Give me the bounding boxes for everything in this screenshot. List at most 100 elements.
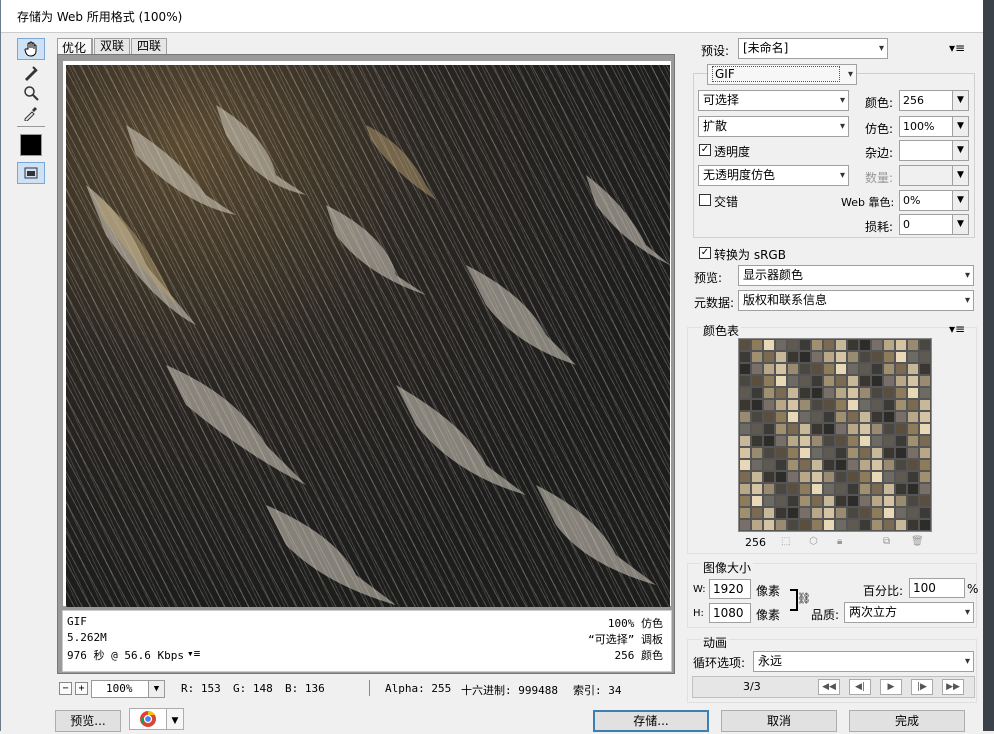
color-swatch[interactable] <box>739 519 751 531</box>
color-swatch[interactable] <box>775 495 787 507</box>
color-swatch[interactable] <box>775 351 787 363</box>
color-swatch[interactable] <box>859 471 871 483</box>
color-swatch[interactable] <box>919 519 931 531</box>
color-swatch[interactable] <box>751 363 763 375</box>
color-swatch[interactable] <box>799 411 811 423</box>
lossy-combo[interactable]: 0 ▼ <box>899 214 969 235</box>
color-swatch[interactable] <box>763 495 775 507</box>
color-swatch[interactable] <box>895 495 907 507</box>
color-swatch[interactable] <box>775 411 787 423</box>
color-swatch[interactable] <box>883 459 895 471</box>
color-swatch[interactable] <box>847 459 859 471</box>
color-swatch[interactable] <box>823 459 835 471</box>
color-swatch[interactable] <box>883 399 895 411</box>
color-swatch[interactable] <box>763 471 775 483</box>
preview-image[interactable] <box>66 65 670 607</box>
color-swatch[interactable] <box>823 387 835 399</box>
browser-preview-button[interactable] <box>129 708 167 730</box>
color-swatch[interactable] <box>739 339 751 351</box>
color-swatch[interactable] <box>895 471 907 483</box>
color-swatch[interactable] <box>787 447 799 459</box>
color-swatch[interactable] <box>835 339 847 351</box>
color-swatch[interactable] <box>823 495 835 507</box>
color-swatch[interactable] <box>739 387 751 399</box>
color-swatch[interactable] <box>751 471 763 483</box>
color-swatch[interactable] <box>847 495 859 507</box>
color-swatch[interactable] <box>799 507 811 519</box>
color-swatch[interactable] <box>775 519 787 531</box>
color-swatch[interactable] <box>799 387 811 399</box>
color-swatch[interactable] <box>775 435 787 447</box>
color-swatch[interactable] <box>751 447 763 459</box>
color-swatch[interactable] <box>859 435 871 447</box>
color-swatch[interactable] <box>799 351 811 363</box>
color-swatch[interactable] <box>811 507 823 519</box>
color-swatch[interactable] <box>847 423 859 435</box>
color-swatch[interactable] <box>823 339 835 351</box>
play-icon[interactable]: ▶ <box>880 679 902 695</box>
preview-button[interactable]: 预览... <box>55 710 121 732</box>
color-swatch[interactable] <box>811 495 823 507</box>
color-swatch[interactable] <box>835 519 847 531</box>
color-swatch[interactable] <box>787 387 799 399</box>
color-swatch[interactable] <box>775 507 787 519</box>
color-swatch[interactable] <box>895 411 907 423</box>
color-swatch[interactable] <box>859 375 871 387</box>
color-swatch[interactable] <box>919 471 931 483</box>
color-swatch[interactable] <box>895 351 907 363</box>
color-swatch[interactable] <box>811 471 823 483</box>
color-swatch[interactable] <box>871 423 883 435</box>
color-swatch[interactable] <box>787 411 799 423</box>
color-swatch[interactable] <box>895 435 907 447</box>
info-menu-icon[interactable]: ▾≡ <box>187 647 200 660</box>
tab-2-up[interactable]: 双联 <box>94 38 131 54</box>
zoom-out-button[interactable]: − <box>59 682 72 695</box>
preset-select[interactable]: [未命名] ▾ <box>738 38 888 59</box>
color-swatch[interactable] <box>751 435 763 447</box>
color-swatch[interactable] <box>919 423 931 435</box>
color-swatch[interactable] <box>847 339 859 351</box>
color-swatch[interactable] <box>763 363 775 375</box>
color-swatch[interactable] <box>883 519 895 531</box>
zoom-level-select[interactable]: 100% ▼ <box>91 680 165 698</box>
color-swatch[interactable] <box>895 423 907 435</box>
color-swatch[interactable] <box>739 495 751 507</box>
color-swatch[interactable] <box>907 435 919 447</box>
color-swatch[interactable] <box>883 375 895 387</box>
dither-combo[interactable]: 100% ▼ <box>899 116 969 137</box>
color-swatch[interactable] <box>847 375 859 387</box>
color-swatch[interactable] <box>751 483 763 495</box>
color-swatch[interactable] <box>763 411 775 423</box>
color-swatch[interactable] <box>907 483 919 495</box>
color-swatch[interactable] <box>907 495 919 507</box>
color-swatch[interactable] <box>811 351 823 363</box>
color-swatch[interactable] <box>739 351 751 363</box>
color-swatch[interactable] <box>763 519 775 531</box>
color-swatch[interactable] <box>799 483 811 495</box>
color-swatch[interactable] <box>895 507 907 519</box>
color-swatch[interactable] <box>907 519 919 531</box>
color-swatch[interactable] <box>799 447 811 459</box>
color-swatch[interactable] <box>847 519 859 531</box>
color-swatch[interactable] <box>859 387 871 399</box>
color-swatch[interactable] <box>787 483 799 495</box>
color-swatch[interactable] <box>751 495 763 507</box>
color-swatch[interactable] <box>895 339 907 351</box>
color-swatch[interactable] <box>859 483 871 495</box>
color-swatch[interactable] <box>883 447 895 459</box>
transparency-dither-select[interactable]: 无透明度仿色 ▾ <box>698 165 849 186</box>
color-swatch[interactable] <box>763 447 775 459</box>
color-swatch[interactable] <box>871 411 883 423</box>
color-swatch[interactable] <box>775 459 787 471</box>
first-frame-icon[interactable]: ◀◀ <box>818 679 840 695</box>
color-swatch[interactable] <box>763 435 775 447</box>
color-swatch[interactable] <box>835 363 847 375</box>
loop-select[interactable]: 永远 ▾ <box>753 651 974 672</box>
color-swatch[interactable] <box>883 423 895 435</box>
color-swatch[interactable] <box>835 399 847 411</box>
preset-menu-icon[interactable]: ▾≡ <box>949 41 965 55</box>
color-swatch[interactable] <box>739 471 751 483</box>
color-swatch[interactable] <box>919 483 931 495</box>
color-swatch[interactable] <box>775 399 787 411</box>
metadata-select[interactable]: 版权和联系信息 ▾ <box>738 290 974 311</box>
